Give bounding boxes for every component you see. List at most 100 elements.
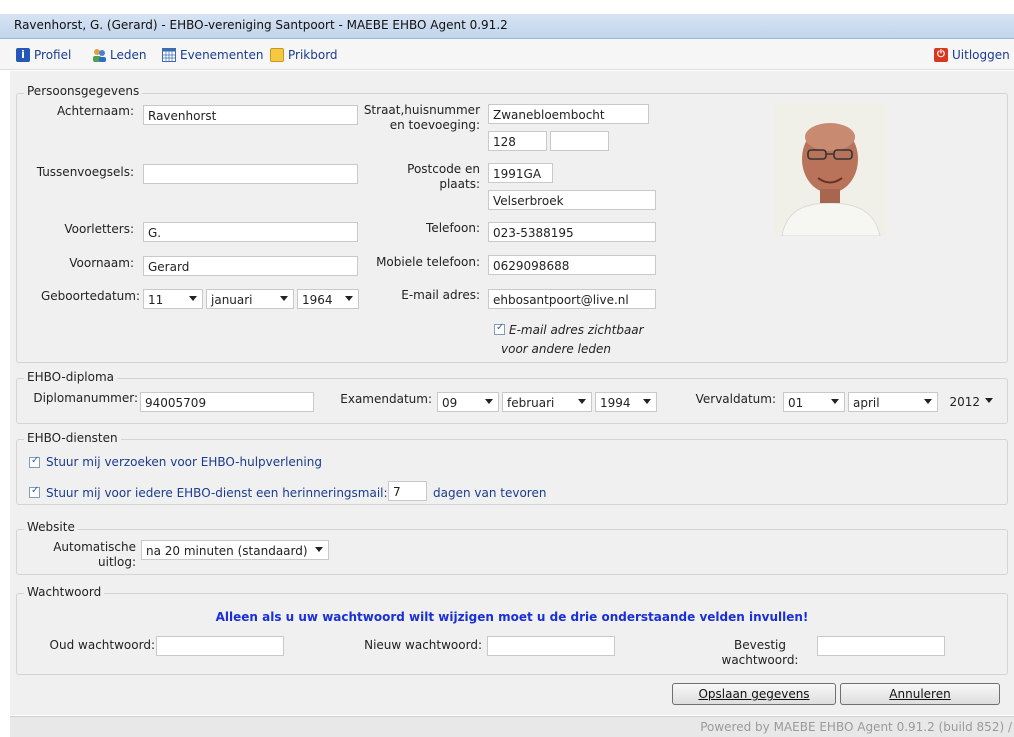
window-title: Ravenhorst, G. (Gerard) - EHBO-verenigin… xyxy=(14,18,508,32)
chevron-down-icon xyxy=(485,399,493,404)
section-wachtwoord xyxy=(16,593,1008,675)
examen-dag-select[interactable]: 09 xyxy=(437,392,499,412)
title-bar: Ravenhorst, G. (Gerard) - EHBO-verenigin… xyxy=(0,14,1014,39)
achternaam-field[interactable]: Ravenhorst xyxy=(143,105,358,125)
chevron-down-icon xyxy=(280,296,288,301)
diplomanummer-field[interactable]: 94005709 xyxy=(140,392,314,412)
profile-form: Persoonsgegevens Achternaam: Ravenhorst … xyxy=(10,71,1014,715)
email-visible-label-2: voor andere leden xyxy=(501,342,611,356)
power-icon: ⏻ xyxy=(934,48,948,62)
geboorte-dag-select[interactable]: 11 xyxy=(143,289,203,309)
straat-field[interactable]: Zwanebloembocht xyxy=(488,104,649,124)
plaats-field[interactable]: Velserbroek xyxy=(488,190,656,210)
straat-label-line1: Straat,huisnummer xyxy=(363,103,480,117)
voorletters-label: Voorletters: xyxy=(64,222,134,236)
geboorte-dag-value: 11 xyxy=(148,293,164,307)
geboorte-maand-select[interactable]: januari xyxy=(206,289,294,309)
telefoon-label: Telefoon: xyxy=(426,221,480,235)
achternaam-label: Achternaam: xyxy=(56,104,134,118)
mobiel-label: Mobiele telefoon: xyxy=(376,255,480,269)
voorletters-field[interactable]: G. xyxy=(143,222,358,242)
examendatum-label: Examendatum: xyxy=(340,392,432,406)
oud-wachtwoord-field[interactable] xyxy=(156,636,284,656)
cancel-button-label: Annuleren xyxy=(889,687,951,701)
dagen-field[interactable]: 7 xyxy=(388,481,427,501)
verval-maand-select[interactable]: april xyxy=(848,392,938,412)
bevestig-label-line2: wachtwoord: xyxy=(721,653,799,667)
status-bar: Powered by MAEBE EHBO Agent 0.91.2 (buil… xyxy=(10,716,1014,737)
verval-jaar-value: 2012 xyxy=(949,395,980,409)
section-title-wachtwoord: Wachtwoord xyxy=(24,585,105,599)
chevron-down-icon xyxy=(643,399,651,404)
tussenvoegsels-field[interactable] xyxy=(143,164,358,184)
dagen-label: dagen van tevoren xyxy=(433,486,547,500)
chevron-down-icon xyxy=(315,547,323,552)
verzoeken-checkbox[interactable] xyxy=(29,455,40,468)
email-field[interactable]: ehbosantpoort@live.nl xyxy=(488,289,656,309)
straat-label-line2: en toevoeging: xyxy=(389,118,480,132)
section-title-persoonsgegevens: Persoonsgegevens xyxy=(24,84,143,98)
save-button-label: Opslaan gegevens xyxy=(698,687,810,701)
toolbar-prikbord[interactable]: Prikbord xyxy=(270,47,338,63)
telefoon-field[interactable]: 023-5388195 xyxy=(488,222,656,242)
toolbar-evenementen-label: Evenementen xyxy=(180,48,264,62)
oud-wachtwoord-label: Oud wachtwoord: xyxy=(49,638,155,652)
voornaam-field[interactable]: Gerard xyxy=(143,256,358,276)
herinnering-checkbox[interactable] xyxy=(29,485,40,498)
toolbar-leden[interactable]: Leden xyxy=(92,47,146,63)
app-window: Ravenhorst, G. (Gerard) - EHBO-verenigin… xyxy=(0,0,1014,737)
huisnummer-field[interactable]: 128 xyxy=(488,131,547,151)
verval-jaar-select[interactable]: 2012 xyxy=(928,392,998,412)
cancel-button[interactable]: Annuleren xyxy=(840,683,1000,705)
toevoeging-field[interactable] xyxy=(550,131,609,151)
postcode-field[interactable]: 1991GA xyxy=(488,163,553,183)
mobiel-field[interactable]: 0629098688 xyxy=(488,255,656,275)
member-photo xyxy=(774,103,887,236)
nieuw-wachtwoord-field[interactable] xyxy=(487,636,615,656)
calendar-icon xyxy=(162,48,176,62)
verval-dag-value: 01 xyxy=(788,396,804,410)
email-visible-label-1: E-mail adres zichtbaar xyxy=(509,323,644,337)
chevron-down-icon xyxy=(985,398,993,403)
uitlog-value: na 20 minuten (standaard) xyxy=(146,544,308,558)
postcode-label-line2: plaats: xyxy=(439,177,480,191)
geboorte-jaar-select[interactable]: 1964 xyxy=(297,289,359,309)
straat-label: Straat,huisnummer en toevoeging: xyxy=(360,103,480,133)
chevron-down-icon xyxy=(189,296,197,301)
bevestig-label-line1: Bevestig xyxy=(733,638,786,652)
verzoeken-label: Stuur mij verzoeken voor EHBO-hulpverlen… xyxy=(46,455,322,469)
toolbar-profiel-label: Profiel xyxy=(34,48,72,62)
note-icon xyxy=(270,48,284,62)
toolbar-prikbord-label: Prikbord xyxy=(288,48,338,62)
examen-jaar-value: 1994 xyxy=(600,396,631,410)
postcode-label-line1: Postcode en xyxy=(407,162,480,176)
section-title-diploma: EHBO-diploma xyxy=(24,370,118,384)
tussenvoegsels-label: Tussenvoegsels: xyxy=(36,165,134,179)
logout-button[interactable]: ⏻ Uitloggen xyxy=(934,47,1010,63)
postcode-label: Postcode en plaats: xyxy=(360,162,480,192)
uitlog-select[interactable]: na 20 minuten (standaard) xyxy=(141,540,329,560)
verval-dag-select[interactable]: 01 xyxy=(783,392,845,412)
examen-maand-select[interactable]: februari xyxy=(502,392,592,412)
logout-label: Uitloggen xyxy=(952,48,1010,62)
uitlog-label-line2: uitlog: xyxy=(98,555,136,569)
uitlog-label-line1: Automatische xyxy=(53,540,136,554)
verval-maand-value: april xyxy=(853,396,880,410)
email-visible-checkbox[interactable] xyxy=(494,322,505,335)
bevestig-wachtwoord-field[interactable] xyxy=(817,636,945,656)
toolbar: i Profiel Leden Evenementen Prikbord ⏻ U… xyxy=(0,39,1014,70)
geboorte-jaar-value: 1964 xyxy=(302,293,333,307)
save-button[interactable]: Opslaan gegevens xyxy=(672,683,836,705)
password-notice: Alleen als u uw wachtwoord wilt wijzigen… xyxy=(215,610,809,624)
toolbar-profiel[interactable]: i Profiel xyxy=(16,47,71,63)
geboortedatum-label: Geboortedatum: xyxy=(40,289,140,303)
toolbar-leden-label: Leden xyxy=(110,48,147,62)
diplomanummer-label: Diplomanummer: xyxy=(33,391,138,405)
voornaam-label: Voornaam: xyxy=(69,256,134,270)
chevron-down-icon xyxy=(831,399,839,404)
toolbar-evenementen[interactable]: Evenementen xyxy=(162,47,263,63)
examen-dag-value: 09 xyxy=(442,396,458,410)
examen-maand-value: februari xyxy=(507,396,555,410)
examen-jaar-select[interactable]: 1994 xyxy=(595,392,657,412)
status-text: Powered by MAEBE EHBO Agent 0.91.2 (buil… xyxy=(700,720,1012,734)
